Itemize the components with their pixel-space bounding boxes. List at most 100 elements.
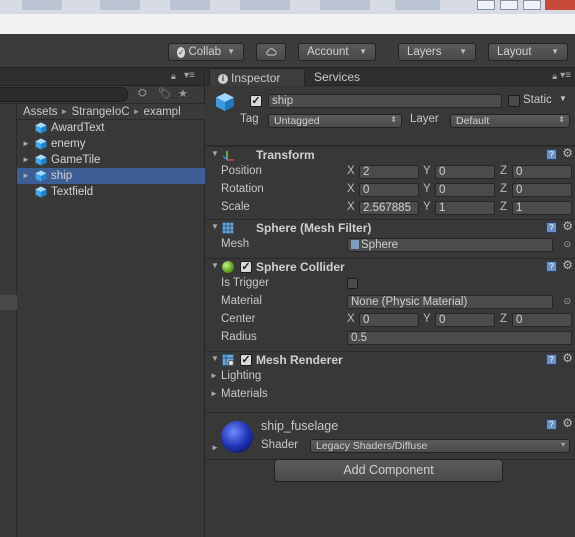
chevron-down-icon[interactable]: ▼ xyxy=(559,94,567,103)
asset-list-item[interactable]: ► enemy xyxy=(17,136,205,152)
materials-row[interactable]: ► Materials xyxy=(206,386,575,404)
object-picker-icon[interactable]: ⊙ xyxy=(563,239,571,250)
taskbar-item[interactable] xyxy=(320,0,370,10)
center-z-field[interactable]: 0 xyxy=(512,313,572,327)
axis-x-label[interactable]: X xyxy=(347,165,355,177)
gear-icon[interactable]: ⚙ xyxy=(562,219,573,233)
close-button[interactable] xyxy=(545,0,575,10)
gear-icon[interactable]: ⚙ xyxy=(562,146,573,160)
help-book-icon[interactable]: ? xyxy=(546,149,557,160)
asset-list-item[interactable]: ► ship xyxy=(17,168,205,184)
radius-field[interactable]: 0.5 xyxy=(347,331,572,345)
tab-services[interactable]: Services xyxy=(306,68,368,86)
sphere-collider-header[interactable]: ▼ ✓ Sphere Collider ? ⚙ xyxy=(206,258,575,275)
minimize-button[interactable] xyxy=(477,0,495,10)
position-x-field[interactable]: 2 xyxy=(359,165,419,179)
folder-tree[interactable] xyxy=(0,104,17,537)
mesh-object-field[interactable]: Sphere xyxy=(347,238,553,252)
center-y-field[interactable]: 0 xyxy=(435,313,495,327)
center-x-field[interactable]: 0 xyxy=(359,313,419,327)
tab-inspector[interactable]: i Inspector xyxy=(209,68,305,86)
maximize-button[interactable] xyxy=(500,0,518,10)
layers-dropdown[interactable]: Layers ▼ xyxy=(398,43,476,61)
filter-label-icon[interactable]: 🏷︎ xyxy=(158,87,172,100)
is-trigger-checkbox[interactable] xyxy=(347,278,358,289)
help-book-icon[interactable]: ? xyxy=(546,419,557,430)
gear-icon[interactable]: ⚙ xyxy=(562,351,573,365)
breadcrumb-item[interactable]: exampl xyxy=(144,106,181,118)
axis-y-label[interactable]: Y xyxy=(423,201,431,213)
scale-z-field[interactable]: 1 xyxy=(512,201,572,215)
rotation-x-field[interactable]: 0 xyxy=(359,183,419,197)
object-name-field[interactable]: ship xyxy=(268,94,502,108)
taskbar-item[interactable] xyxy=(100,0,140,10)
breadcrumb-item[interactable]: Assets xyxy=(23,106,58,118)
taskbar-item[interactable] xyxy=(22,0,62,10)
position-y-field[interactable]: 0 xyxy=(435,165,495,179)
help-book-icon[interactable]: ? xyxy=(546,354,557,365)
collider-material-field[interactable]: None (Physic Material) xyxy=(347,295,553,309)
favorite-star-icon[interactable]: ★ xyxy=(178,87,188,100)
shader-dropdown[interactable]: Legacy Shaders/Diffuse ▾ xyxy=(310,439,570,453)
lock-icon[interactable]: 🔒︎ xyxy=(552,71,557,82)
restore-button[interactable] xyxy=(523,0,541,10)
mesh-renderer-enabled-checkbox[interactable]: ✓ xyxy=(240,354,252,366)
search-input[interactable] xyxy=(0,87,128,102)
asset-list-item[interactable]: AwardText xyxy=(17,120,205,136)
axis-z-label[interactable]: Z xyxy=(500,165,507,177)
mesh-filter-header[interactable]: ▼ Sphere (Mesh Filter) ? ⚙ xyxy=(206,219,575,236)
taskbar-item[interactable] xyxy=(240,0,290,10)
account-dropdown[interactable]: Account ▼ xyxy=(298,43,376,61)
position-z-field[interactable]: 0 xyxy=(512,165,572,179)
active-checkbox[interactable]: ✓ xyxy=(250,95,262,107)
axis-y-label[interactable]: Y xyxy=(423,165,431,177)
scale-x-field[interactable]: 2.567885 xyxy=(359,201,419,215)
axis-z-label[interactable]: Z xyxy=(500,201,507,213)
foldout-arrow-icon[interactable]: ► xyxy=(22,168,30,184)
panel-menu-icon[interactable]: ▾≡ xyxy=(560,70,571,81)
cloud-button[interactable] xyxy=(256,43,286,61)
gear-icon[interactable]: ⚙ xyxy=(562,258,573,272)
axis-x-label[interactable]: X xyxy=(347,201,355,213)
layout-dropdown[interactable]: Layout ▼ xyxy=(488,43,568,61)
sphere-collider-enabled-checkbox[interactable]: ✓ xyxy=(240,261,252,273)
taskbar-item[interactable] xyxy=(395,0,440,10)
foldout-arrow-icon[interactable]: ► xyxy=(211,443,219,452)
gear-icon[interactable]: ⚙ xyxy=(562,416,573,430)
scale-y-field[interactable]: 1 xyxy=(435,201,495,215)
axis-y-label[interactable]: Y xyxy=(423,183,431,195)
foldout-arrow-icon[interactable]: ▼ xyxy=(211,222,219,231)
axis-x-label[interactable]: X xyxy=(347,313,355,325)
foldout-arrow-icon[interactable]: ► xyxy=(210,371,218,380)
panel-menu-icon[interactable]: ▾≡ xyxy=(184,70,195,81)
axis-y-label[interactable]: Y xyxy=(423,313,431,325)
rotation-z-field[interactable]: 0 xyxy=(512,183,572,197)
axis-x-label[interactable]: X xyxy=(347,183,355,195)
foldout-arrow-icon[interactable]: ► xyxy=(210,389,218,398)
mesh-renderer-header[interactable]: ▼ ✓ Mesh Renderer ? ⚙ xyxy=(206,351,575,368)
transform-header[interactable]: ▼ Transform ? ⚙ xyxy=(206,146,575,163)
foldout-arrow-icon[interactable]: ► xyxy=(22,152,30,168)
axis-z-label[interactable]: Z xyxy=(500,313,507,325)
rotation-y-field[interactable]: 0 xyxy=(435,183,495,197)
layer-dropdown[interactable]: Default ⬍ xyxy=(450,114,570,128)
collab-button[interactable]: ✓ Collab ▼ xyxy=(168,43,244,61)
foldout-arrow-icon[interactable]: ▼ xyxy=(211,149,219,158)
lock-icon[interactable]: 🔒︎ xyxy=(171,71,176,82)
foldout-arrow-icon[interactable]: ► xyxy=(22,136,30,152)
asset-list-item[interactable]: ► GameTile xyxy=(17,152,205,168)
help-book-icon[interactable]: ? xyxy=(546,222,557,233)
breadcrumb-item[interactable]: StrangeIoC xyxy=(71,106,129,118)
filter-type-icon[interactable]: ⛭ xyxy=(138,87,147,100)
object-picker-icon[interactable]: ⊙ xyxy=(563,296,571,307)
taskbar-item[interactable] xyxy=(170,0,210,10)
help-book-icon[interactable]: ? xyxy=(546,261,557,272)
asset-list-item[interactable]: Textfield xyxy=(17,184,205,200)
tag-dropdown[interactable]: Untagged ⬍ xyxy=(268,114,402,128)
foldout-arrow-icon[interactable]: ▼ xyxy=(211,261,219,270)
axis-z-label[interactable]: Z xyxy=(500,183,507,195)
foldout-arrow-icon[interactable]: ▼ xyxy=(211,354,219,363)
static-checkbox[interactable] xyxy=(508,95,520,107)
lighting-row[interactable]: ► Lighting xyxy=(206,368,575,386)
add-component-button[interactable]: Add Component xyxy=(274,459,503,482)
